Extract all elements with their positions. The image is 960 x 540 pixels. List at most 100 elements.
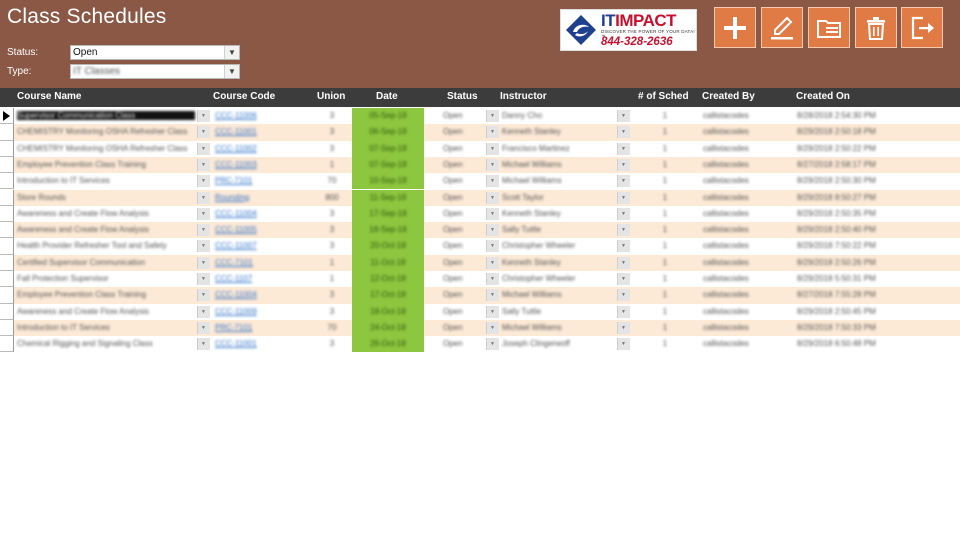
row-selector[interactable]	[0, 271, 14, 288]
dropdown-button[interactable]: ▼	[617, 110, 630, 122]
delete-button[interactable]	[855, 7, 897, 48]
dropdown-button[interactable]: ▼	[197, 256, 210, 269]
dropdown-button[interactable]: ▼	[617, 126, 630, 139]
add-button[interactable]	[714, 7, 756, 48]
dropdown-button[interactable]: ▼	[486, 110, 499, 122]
dropdown-button[interactable]: ▼	[486, 273, 499, 285]
list-button[interactable]	[808, 7, 850, 48]
dropdown-button[interactable]: ▼	[486, 142, 499, 155]
course-code-cell[interactable]: CCC-7101	[215, 258, 295, 267]
dropdown-button[interactable]: ▼	[486, 126, 499, 139]
table-row[interactable]: ▼ ▼ ▼ Employee Prevention Class Training CCC…	[0, 287, 960, 304]
edit-button[interactable]	[761, 7, 803, 48]
course-code-cell[interactable]: PRC-7101	[215, 323, 295, 332]
dropdown-button[interactable]: ▼	[617, 338, 630, 351]
column-header-date[interactable]: Date	[376, 91, 398, 102]
chevron-down-icon[interactable]: ▼	[224, 46, 239, 59]
row-selector[interactable]	[0, 156, 14, 174]
type-filter-select[interactable]: IT Classes ▼	[70, 64, 240, 79]
dropdown-button[interactable]: ▼	[486, 321, 499, 334]
dropdown-button[interactable]: ▼	[197, 289, 210, 302]
dropdown-button[interactable]: ▼	[486, 256, 499, 269]
column-header-course-name[interactable]: Course Name	[17, 91, 81, 102]
dropdown-button[interactable]: ▼	[486, 240, 499, 253]
column-header-instructor[interactable]: Instructor	[500, 91, 547, 102]
dropdown-button[interactable]: ▼	[486, 191, 499, 204]
dropdown-button[interactable]: ▼	[486, 207, 499, 220]
dropdown-button[interactable]: ▼	[617, 305, 630, 318]
course-code-cell[interactable]: PRC-7101	[215, 176, 295, 185]
table-row[interactable]: ▼ ▼ ▼ Awareness and Create Flow Analysis CCC…	[0, 222, 960, 239]
dropdown-button[interactable]: ▼	[617, 256, 630, 269]
dropdown-button[interactable]: ▼	[197, 305, 210, 318]
column-header-union[interactable]: Union	[317, 91, 345, 102]
table-row[interactable]: ▼ ▼ ▼ CHEMISTRY Monitoring OSHA Refresher C…	[0, 124, 960, 141]
row-selector[interactable]	[0, 238, 14, 255]
dropdown-button[interactable]: ▼	[617, 207, 630, 220]
dropdown-button[interactable]: ▼	[197, 224, 210, 237]
table-row[interactable]: ▼ ▼ ▼ Certified Supervisor Communication CCC…	[0, 254, 960, 271]
column-header-num-sched[interactable]: # of Sched	[638, 91, 689, 102]
row-selector[interactable]	[0, 173, 14, 190]
dropdown-button[interactable]: ▼	[617, 158, 630, 171]
dropdown-button[interactable]: ▼	[197, 142, 210, 155]
table-row[interactable]: ▼ ▼ ▼ Chemical Rigging and Signaling Class C…	[0, 336, 960, 353]
dropdown-button[interactable]: ▼	[486, 158, 499, 171]
chevron-down-icon[interactable]: ▼	[224, 65, 239, 78]
table-row[interactable]: ▼ ▼ ▼ Introduction to IT Services PRC-7101 70…	[0, 173, 960, 190]
course-code-cell[interactable]: CCC-11006	[215, 111, 295, 120]
dropdown-button[interactable]: ▼	[197, 158, 210, 171]
dropdown-button[interactable]: ▼	[197, 126, 210, 139]
row-selector[interactable]	[0, 222, 14, 239]
course-code-cell[interactable]: CCC-11004	[215, 209, 295, 218]
course-code-cell[interactable]: CCC-11002	[215, 144, 295, 153]
table-row[interactable]: ▼ ▼ ▼ CHEMISTRY Monitoring OSHA Refresher C…	[0, 140, 960, 157]
course-code-cell[interactable]: CCC-11005	[215, 225, 295, 234]
dropdown-button[interactable]: ▼	[486, 289, 499, 302]
dropdown-button[interactable]: ▼	[617, 191, 630, 204]
column-header-status[interactable]: Status	[447, 91, 478, 102]
table-row[interactable]: ▼ ▼ ▼ Fall Protection Supervisor CCC-1107 1 12…	[0, 271, 960, 288]
dropdown-button[interactable]: ▼	[197, 273, 210, 285]
dropdown-button[interactable]: ▼	[617, 273, 630, 285]
course-code-cell[interactable]: CCC-11004	[215, 290, 295, 299]
column-header-course-code[interactable]: Course Code	[213, 91, 275, 102]
dropdown-button[interactable]: ▼	[197, 191, 210, 204]
course-code-cell[interactable]: CCC-11001	[215, 339, 295, 348]
course-code-cell[interactable]: CCC-1107	[215, 274, 295, 283]
column-header-created-by[interactable]: Created By	[702, 91, 755, 102]
dropdown-button[interactable]: ▼	[617, 175, 630, 188]
dropdown-button[interactable]: ▼	[617, 142, 630, 155]
dropdown-button[interactable]: ▼	[197, 240, 210, 253]
row-selector[interactable]	[0, 303, 14, 320]
table-row[interactable]: ▼ ▼ ▼ Health Provider Refresher Tool and Sa…	[0, 238, 960, 255]
course-code-cell[interactable]: Rounding	[215, 193, 295, 202]
table-row[interactable]: ▼ ▼ ▼ Employee Prevention Class Training CCC…	[0, 156, 960, 174]
row-selector[interactable]	[0, 287, 14, 304]
dropdown-button[interactable]: ▼	[486, 224, 499, 237]
row-selector[interactable]	[0, 108, 14, 125]
dropdown-button[interactable]: ▼	[617, 224, 630, 237]
row-selector[interactable]	[0, 254, 14, 271]
table-row[interactable]: ▼ ▼ ▼ Supervisor Communication Class CCC-110…	[0, 108, 960, 125]
dropdown-button[interactable]: ▼	[486, 305, 499, 318]
dropdown-button[interactable]: ▼	[197, 321, 210, 334]
row-selector[interactable]	[0, 189, 14, 206]
dropdown-button[interactable]: ▼	[617, 321, 630, 334]
row-selector[interactable]	[0, 205, 14, 223]
table-row[interactable]: ▼ ▼ ▼ Introduction to IT Services PRC-7101 70…	[0, 319, 960, 337]
dropdown-button[interactable]: ▼	[486, 175, 499, 188]
dropdown-button[interactable]: ▼	[617, 240, 630, 253]
course-code-cell[interactable]: CCC-11003	[215, 160, 295, 169]
dropdown-button[interactable]: ▼	[486, 338, 499, 351]
table-row[interactable]: ▼ ▼ ▼ Awareness and Create Flow Analysis CCC…	[0, 205, 960, 223]
exit-button[interactable]	[901, 7, 943, 48]
status-filter-select[interactable]: Open ▼	[70, 45, 240, 60]
course-code-cell[interactable]: CCC-11001	[215, 127, 295, 136]
row-selector[interactable]	[0, 336, 14, 353]
dropdown-button[interactable]: ▼	[197, 207, 210, 220]
course-code-cell[interactable]: CCC-11007	[215, 241, 295, 250]
row-selector[interactable]	[0, 124, 14, 141]
dropdown-button[interactable]: ▼	[617, 289, 630, 302]
dropdown-button[interactable]: ▼	[197, 110, 210, 122]
